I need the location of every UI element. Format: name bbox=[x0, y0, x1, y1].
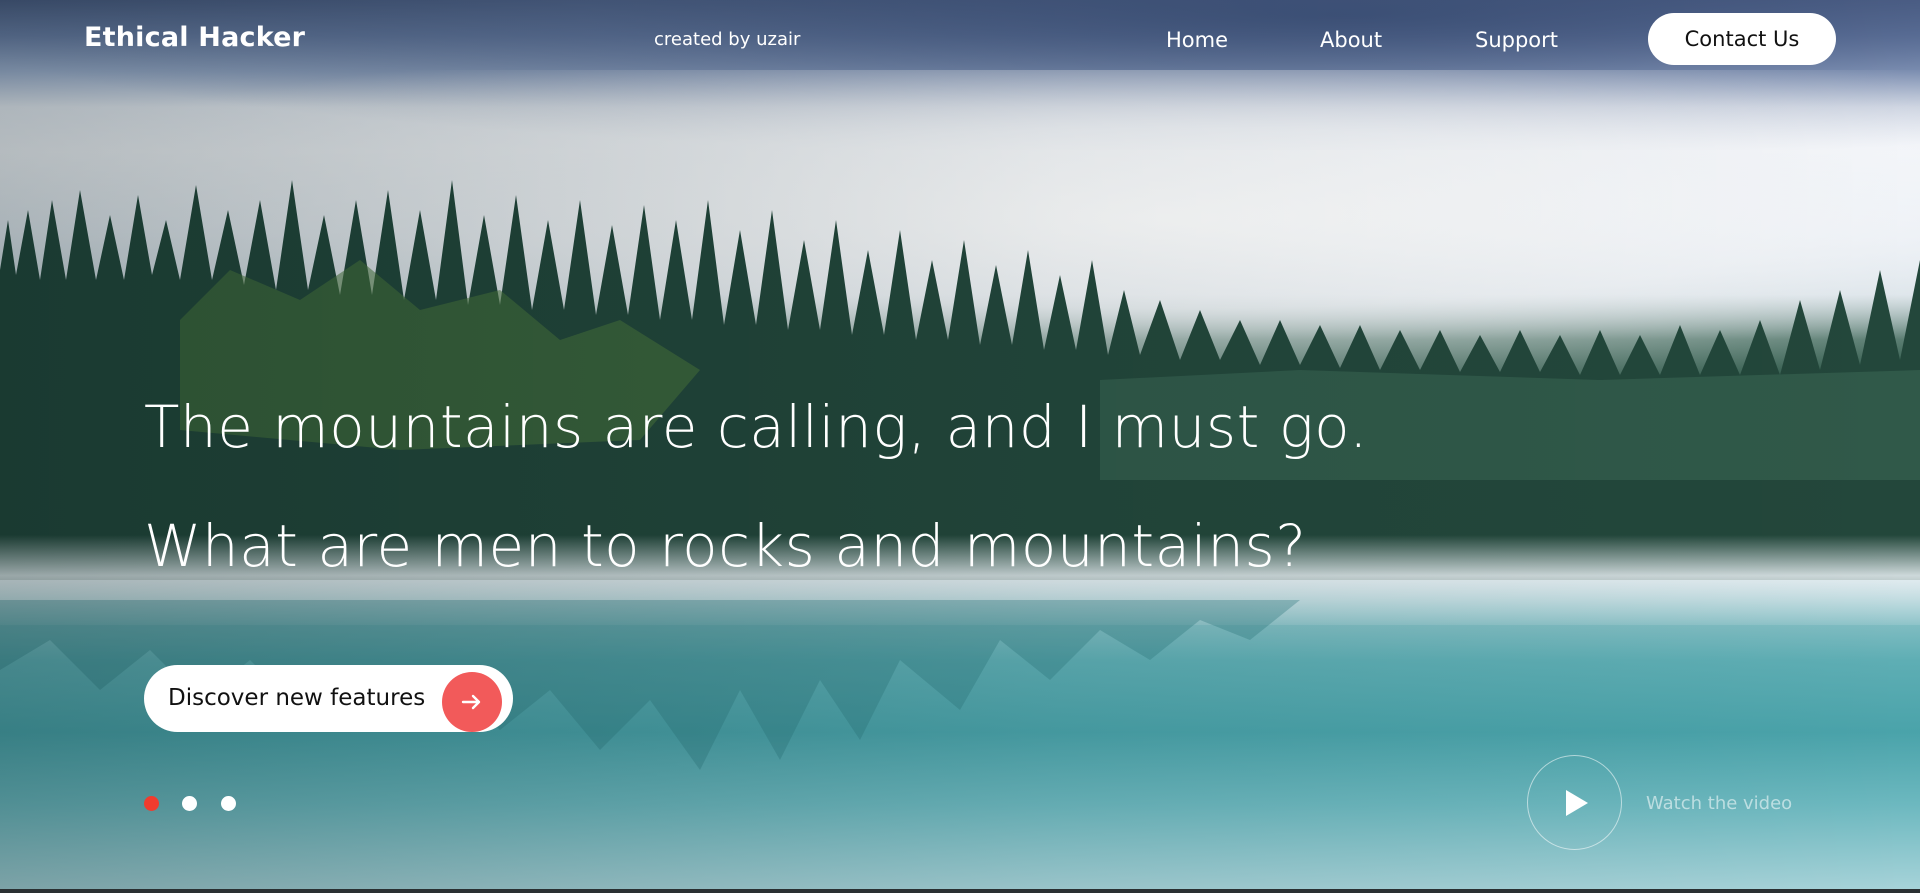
brand-logo[interactable]: Ethical Hacker bbox=[84, 22, 305, 53]
headline-line-1: The mountains are calling, and I must go… bbox=[144, 393, 1369, 461]
discover-features-button[interactable]: Discover new features bbox=[144, 665, 513, 732]
play-video-button[interactable] bbox=[1527, 755, 1622, 850]
credit-text: created by uzair bbox=[654, 29, 801, 50]
bottom-edge-bar bbox=[0, 889, 1920, 893]
arrow-right-icon bbox=[442, 672, 502, 732]
contact-us-button[interactable]: Contact Us bbox=[1648, 13, 1836, 65]
nav-link-support[interactable]: Support bbox=[1475, 28, 1558, 52]
discover-features-label: Discover new features bbox=[168, 685, 426, 711]
nav-link-home[interactable]: Home bbox=[1166, 28, 1228, 52]
slider-dot-2[interactable] bbox=[182, 796, 197, 811]
watch-video-link[interactable]: Watch the video bbox=[1646, 793, 1792, 814]
headline-line-2: What are men to rocks and mountains? bbox=[144, 512, 1307, 580]
slider-dot-1-active[interactable] bbox=[144, 796, 159, 811]
top-navbar: Ethical Hacker created by uzair Home Abo… bbox=[0, 0, 1920, 80]
play-icon bbox=[1565, 789, 1588, 816]
slider-dot-3[interactable] bbox=[221, 796, 236, 811]
nav-link-about[interactable]: About bbox=[1320, 28, 1382, 52]
